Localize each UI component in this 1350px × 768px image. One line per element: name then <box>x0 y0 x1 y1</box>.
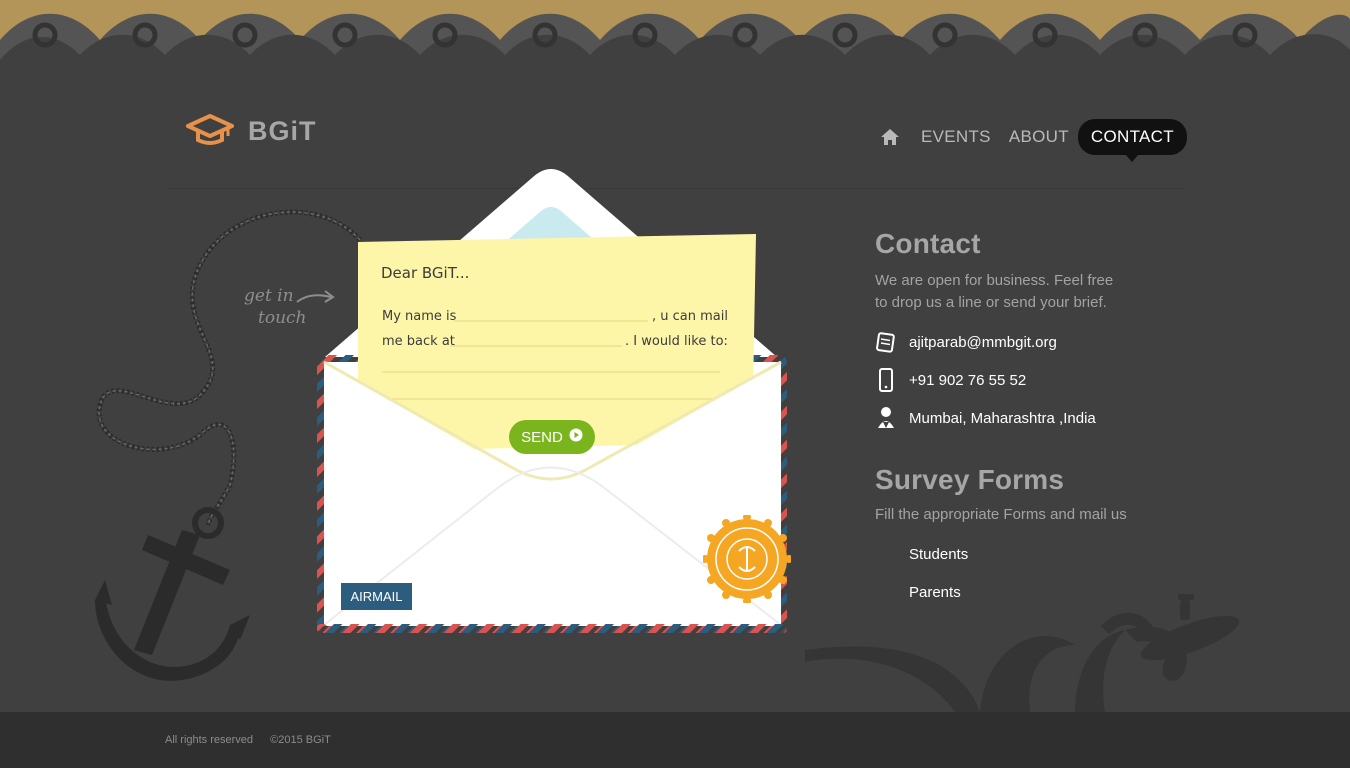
send-label: SEND <box>521 428 563 446</box>
brand-name: BGiT <box>248 116 317 146</box>
nav-item-about[interactable]: ABOUT <box>1000 120 1078 154</box>
contact-panel: Contact We are open for business. Feel f… <box>875 228 1175 604</box>
touch-text: touch <box>258 308 307 328</box>
name-input[interactable] <box>454 305 648 321</box>
contact-title: Contact <box>875 228 981 259</box>
play-circle-icon <box>569 428 583 446</box>
letter-line1-suffix: , u can mail <box>652 309 728 324</box>
postal-stamp <box>703 515 791 603</box>
email-input[interactable] <box>450 330 622 346</box>
nav-item-contact[interactable]: CONTACT <box>1077 119 1187 162</box>
envelope-icon <box>875 330 897 354</box>
contact-phone: +91 902 76 55 52 <box>909 371 1027 389</box>
graduation-cap-icon <box>186 112 234 151</box>
footer: All rights reserved ©2015 BGiT <box>0 712 1350 768</box>
location-person-icon <box>875 406 897 430</box>
octopus-illustration <box>805 594 1240 712</box>
envelope-bottom-border <box>317 624 787 633</box>
airmail-label: AIRMAIL <box>341 583 412 610</box>
letter-line1-label: My name is <box>382 309 457 324</box>
survey-link-students[interactable]: Students <box>909 546 1175 566</box>
contact-address-row: Mumbai, Maharashtra ,India <box>875 406 1175 430</box>
contact-email-row: ajitparab@mmbgit.org <box>875 330 1175 354</box>
contact-phone-row: +91 902 76 55 52 <box>875 368 1175 392</box>
survey-link-parents[interactable]: Parents <box>909 584 1175 604</box>
survey-title: Survey Forms <box>875 464 1065 495</box>
footer-text: All rights reserved ©2015 BGiT <box>165 734 345 746</box>
top-wave-decoration <box>0 0 1350 80</box>
main-nav: EVENTS ABOUT CONTACT <box>880 119 1187 162</box>
footer-copyright: ©2015 BGiT <box>270 734 331 746</box>
letter-greeting: Dear BGiT... <box>381 264 470 282</box>
contact-description: We are open for business. Feel free to d… <box>875 272 1114 311</box>
brand-logo[interactable]: BGiT <box>186 112 317 151</box>
survey-description: Fill the appropriate Forms and mail us <box>875 506 1127 523</box>
send-button[interactable]: SEND <box>509 420 595 454</box>
message-textarea[interactable] <box>382 354 720 402</box>
nav-item-events[interactable]: EVENTS <box>912 120 1000 154</box>
letter-line2-suffix: . I would like to: <box>625 334 728 349</box>
home-icon[interactable] <box>880 126 902 148</box>
footer-rights: All rights reserved <box>165 734 254 746</box>
mobile-phone-icon <box>875 368 897 392</box>
letter-line2-label: me back at <box>382 334 455 349</box>
contact-address: Mumbai, Maharashtra ,India <box>909 409 1096 427</box>
contact-email-link[interactable]: ajitparab@mmbgit.org <box>909 334 1057 351</box>
